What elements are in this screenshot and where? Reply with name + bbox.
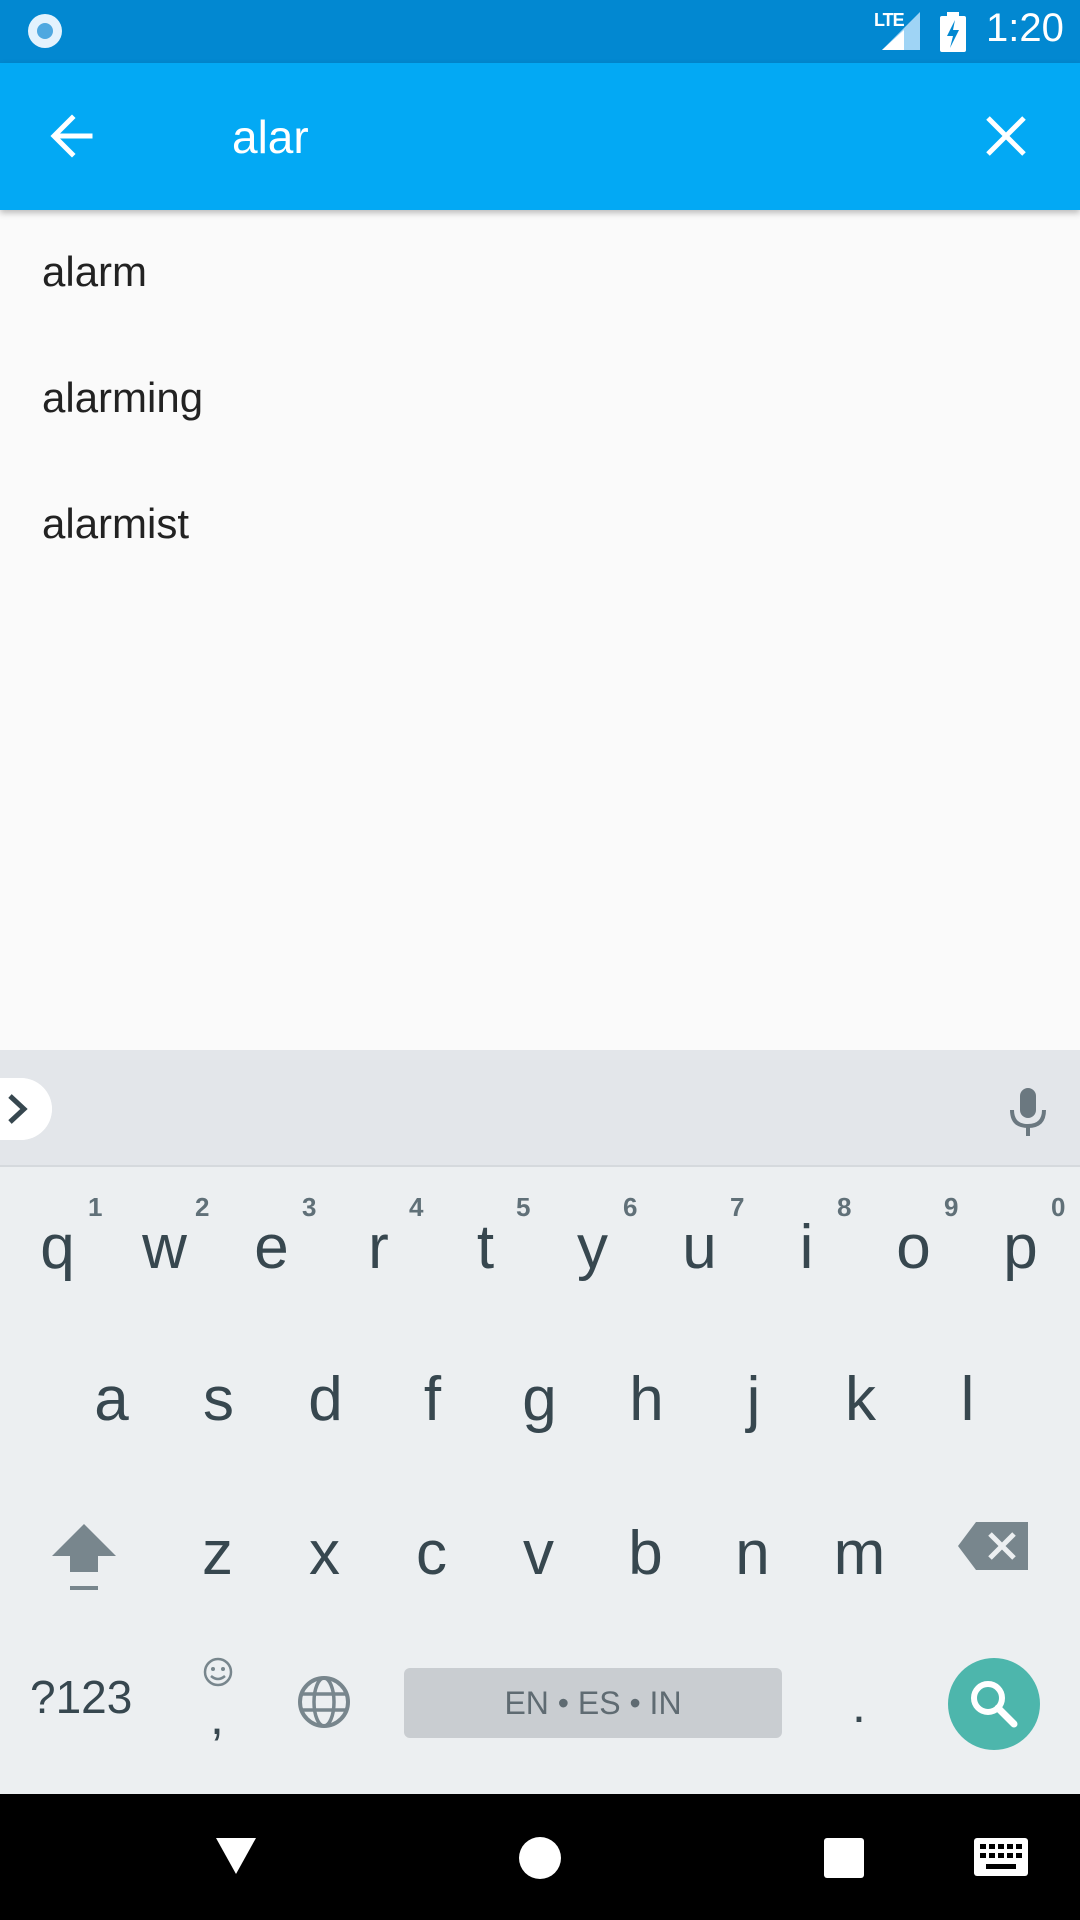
key-v[interactable]: v bbox=[485, 1518, 592, 1589]
key-hint: 8 bbox=[837, 1192, 852, 1222]
key-k[interactable]: k bbox=[807, 1364, 914, 1435]
keyboard-suggestion-strip bbox=[0, 1050, 1080, 1166]
clock: 1:20 bbox=[986, 6, 1064, 50]
key-hint: 2 bbox=[195, 1192, 210, 1222]
symbols-key[interactable]: ?123 bbox=[30, 1670, 132, 1724]
back-arrow-icon[interactable] bbox=[38, 100, 110, 172]
key-c[interactable]: c bbox=[378, 1518, 485, 1589]
recents-nav-icon[interactable] bbox=[824, 1838, 864, 1878]
keyboard-switch-icon[interactable] bbox=[974, 1838, 1028, 1876]
close-icon[interactable] bbox=[970, 100, 1042, 172]
microphone-icon[interactable] bbox=[1000, 1084, 1056, 1140]
key-hint: 0 bbox=[1051, 1192, 1066, 1222]
battery-charging-icon bbox=[940, 12, 966, 52]
space-key-label: EN • ES • IN bbox=[504, 1685, 682, 1721]
emoji-icon bbox=[203, 1657, 233, 1687]
comma-label: , bbox=[210, 1689, 224, 1745]
emoji-comma-key[interactable]: , bbox=[198, 1656, 238, 1745]
suggestion-item[interactable]: alarmist bbox=[0, 464, 1080, 590]
key-hint: 4 bbox=[409, 1192, 424, 1222]
key-hint: 7 bbox=[730, 1192, 745, 1222]
suggestion-label: alarming bbox=[42, 374, 204, 421]
key-f[interactable]: f bbox=[379, 1364, 486, 1435]
search-app-bar bbox=[0, 63, 1080, 210]
notification-icon bbox=[28, 14, 62, 48]
key-hint: 5 bbox=[516, 1192, 531, 1222]
home-nav-icon[interactable] bbox=[518, 1836, 562, 1880]
key-n[interactable]: n bbox=[699, 1518, 806, 1589]
search-input[interactable]: alar bbox=[232, 110, 309, 164]
period-key[interactable]: . bbox=[852, 1676, 866, 1734]
back-nav-icon[interactable] bbox=[214, 1836, 258, 1876]
key-s[interactable]: s bbox=[165, 1364, 272, 1435]
suggestion-label: alarm bbox=[42, 248, 148, 295]
suggestion-label: alarmist bbox=[42, 500, 190, 547]
key-a[interactable]: a bbox=[58, 1364, 165, 1435]
key-z[interactable]: z bbox=[164, 1518, 271, 1589]
key-b[interactable]: b bbox=[592, 1518, 699, 1589]
globe-icon[interactable] bbox=[296, 1674, 352, 1730]
key-hint: 3 bbox=[302, 1192, 317, 1222]
suggestion-item[interactable]: alarming bbox=[0, 338, 1080, 464]
key-hint: 1 bbox=[88, 1192, 103, 1222]
key-g[interactable]: g bbox=[486, 1364, 593, 1435]
signal-icon bbox=[882, 12, 920, 50]
key-hint: 9 bbox=[944, 1192, 959, 1222]
key-j[interactable]: j bbox=[700, 1364, 807, 1435]
key-d[interactable]: d bbox=[272, 1364, 379, 1435]
space-key[interactable]: EN • ES • IN bbox=[404, 1668, 782, 1738]
search-icon bbox=[971, 1681, 1018, 1728]
key-l[interactable]: l bbox=[914, 1364, 1021, 1435]
shift-key-icon[interactable] bbox=[48, 1518, 120, 1598]
key-h[interactable]: h bbox=[593, 1364, 700, 1435]
key-m[interactable]: m bbox=[806, 1518, 913, 1589]
key-hint: 6 bbox=[623, 1192, 638, 1222]
search-key[interactable] bbox=[948, 1658, 1040, 1750]
backspace-key-icon[interactable] bbox=[958, 1520, 1030, 1572]
suggestion-item[interactable]: alarm bbox=[0, 212, 1080, 338]
key-x[interactable]: x bbox=[271, 1518, 378, 1589]
